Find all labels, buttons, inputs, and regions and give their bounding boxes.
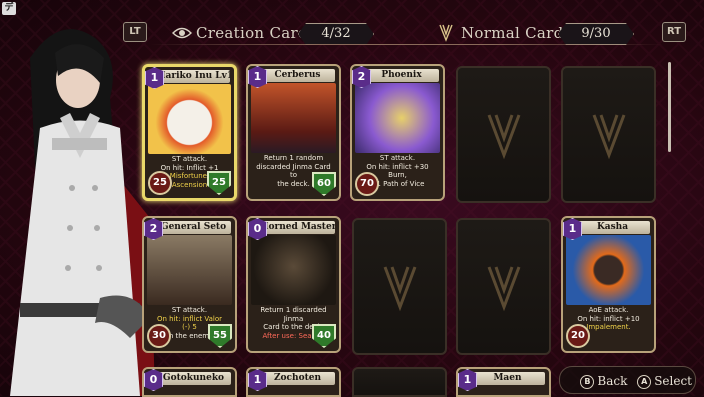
card-title: Cerberus — [260, 69, 335, 82]
scrollbar[interactable] — [668, 62, 671, 152]
card-title: Kasha — [575, 221, 650, 234]
card-zochoten[interactable]: Zochoten 1 — [246, 367, 341, 397]
empty-card-slot[interactable] — [561, 66, 656, 203]
footer-buttons: B Back A Select — [574, 374, 692, 389]
card-art — [251, 83, 336, 153]
card-attack-badge: 70 — [355, 172, 379, 196]
b-button-icon: B — [580, 375, 595, 389]
card-title: Phoenix — [364, 69, 439, 82]
card-attack-badge: 25 — [148, 171, 172, 195]
creation-cards-label: Creation Cards — [196, 24, 316, 42]
card-art — [148, 84, 231, 154]
card-kasha[interactable]: Kasha 1 AoE attack. On hit: inflict +10 Im… — [561, 216, 656, 353]
normal-cards-emblem-icon — [439, 24, 453, 42]
card-hp-badge: 60 — [312, 172, 336, 196]
card-cost-badge: 1 — [458, 369, 477, 391]
normal-cards-count: 9/30 — [558, 23, 634, 45]
back-button[interactable]: B Back — [580, 374, 627, 389]
card-art — [566, 235, 651, 305]
card-gotokuneko[interactable]: Gotokuneko 0 — [142, 367, 237, 397]
card-cost-badge: 2 — [144, 218, 163, 240]
normal-cards-label: Normal Cards — [461, 24, 572, 42]
empty-card-slot[interactable] — [456, 66, 551, 203]
card-hp-badge: 25 — [207, 171, 231, 195]
empty-slot-emblem-icon — [592, 113, 625, 159]
card-cerberus[interactable]: Cerberus 1 Return 1 random discarded Jinm… — [246, 64, 341, 201]
card-maen[interactable]: Maen 1 — [456, 367, 551, 397]
card-art — [355, 83, 440, 153]
empty-card-slot[interactable] — [456, 218, 551, 355]
card-phoenix[interactable]: Phoenix 2 ST attack. On hit: inflict +30 … — [350, 64, 445, 201]
card-attack-badge: 20 — [566, 324, 590, 348]
card-cost-badge: 1 — [145, 67, 164, 89]
card-cost-badge: 1 — [248, 66, 267, 88]
corner-indicator: デ — [2, 2, 16, 15]
card-title: Maen — [470, 372, 545, 385]
card-horned-master[interactable]: Horned Master 0 Return 1 discarded Jinma… — [246, 216, 341, 353]
card-cost-badge: 1 — [248, 369, 267, 391]
card-general-seto[interactable]: General Seto 2 ST attack. On hit: inflict… — [142, 216, 237, 353]
card-hp-badge: 40 — [312, 324, 336, 348]
card-title: General Seto — [156, 221, 231, 234]
card-art — [251, 235, 336, 305]
card-title: Horned Master — [260, 221, 335, 234]
card-art — [147, 235, 232, 305]
card-cost-badge: 1 — [563, 218, 582, 240]
card-cost-badge: 0 — [144, 369, 163, 391]
card-hp-badge: 55 — [208, 324, 232, 348]
select-button[interactable]: A Select — [637, 374, 692, 389]
rt-trigger-button[interactable]: RT — [662, 22, 686, 42]
lt-trigger-button[interactable]: LT — [123, 22, 147, 42]
eye-icon — [172, 27, 192, 39]
card-title: Hariko Inu Lv1 — [157, 70, 230, 83]
card-title: Zochoten — [260, 372, 335, 385]
a-button-icon: A — [637, 375, 652, 389]
empty-card-slot[interactable] — [352, 367, 447, 397]
header-divider — [150, 44, 664, 45]
creation-cards-count: 4/32 — [298, 23, 374, 45]
empty-card-slot[interactable] — [352, 218, 447, 355]
card-hariko-inu[interactable]: Hariko Inu Lv1 1 ST attack. On hit: Infli… — [142, 64, 237, 201]
empty-slot-emblem-icon — [487, 113, 520, 159]
card-cost-badge: 2 — [352, 66, 371, 88]
card-cost-badge: 0 — [248, 218, 267, 240]
empty-slot-emblem-icon — [383, 265, 416, 311]
card-attack-badge: 30 — [147, 324, 171, 348]
card-title: Gotokuneko — [156, 372, 231, 385]
empty-slot-emblem-icon — [487, 265, 520, 311]
